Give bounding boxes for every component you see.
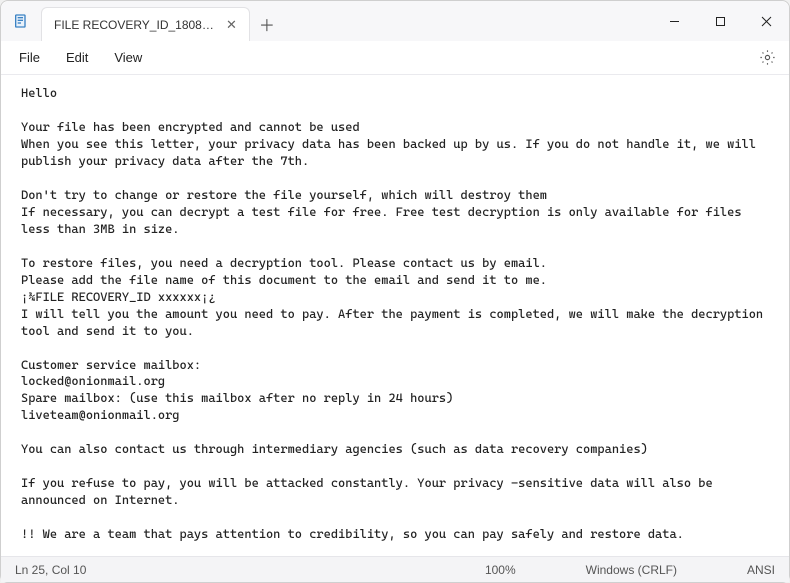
titlebar-spacer	[284, 1, 651, 41]
window-controls	[651, 1, 789, 41]
menubar: File Edit View	[1, 41, 789, 75]
maximize-button[interactable]	[697, 1, 743, 41]
status-encoding[interactable]: ANSI	[747, 563, 775, 577]
new-tab-button[interactable]: ＋	[250, 7, 284, 41]
status-line-ending[interactable]: Windows (CRLF)	[586, 563, 717, 577]
close-button[interactable]	[743, 1, 789, 41]
status-cursor-position: Ln 25, Col 10	[15, 563, 86, 577]
text-area[interactable]: Hello Your file has been encrypted and c…	[1, 75, 789, 556]
tab-close-button[interactable]: ✕	[224, 17, 239, 33]
statusbar: Ln 25, Col 10 100% Windows (CRLF) ANSI	[1, 556, 789, 582]
minimize-button[interactable]	[651, 1, 697, 41]
document-tab[interactable]: FILE RECOVERY_ID_180870197840.t ✕	[41, 7, 250, 41]
menu-file[interactable]: File	[7, 46, 52, 69]
notepad-window: FILE RECOVERY_ID_180870197840.t ✕ ＋ File…	[0, 0, 790, 583]
settings-button[interactable]	[751, 42, 783, 74]
app-icon	[1, 1, 41, 41]
menu-edit[interactable]: Edit	[54, 46, 100, 69]
menu-view[interactable]: View	[102, 46, 154, 69]
tab-title: FILE RECOVERY_ID_180870197840.t	[54, 18, 214, 32]
status-zoom[interactable]: 100%	[485, 563, 556, 577]
titlebar: FILE RECOVERY_ID_180870197840.t ✕ ＋	[1, 1, 789, 41]
document-body: Hello Your file has been encrypted and c…	[21, 86, 770, 556]
